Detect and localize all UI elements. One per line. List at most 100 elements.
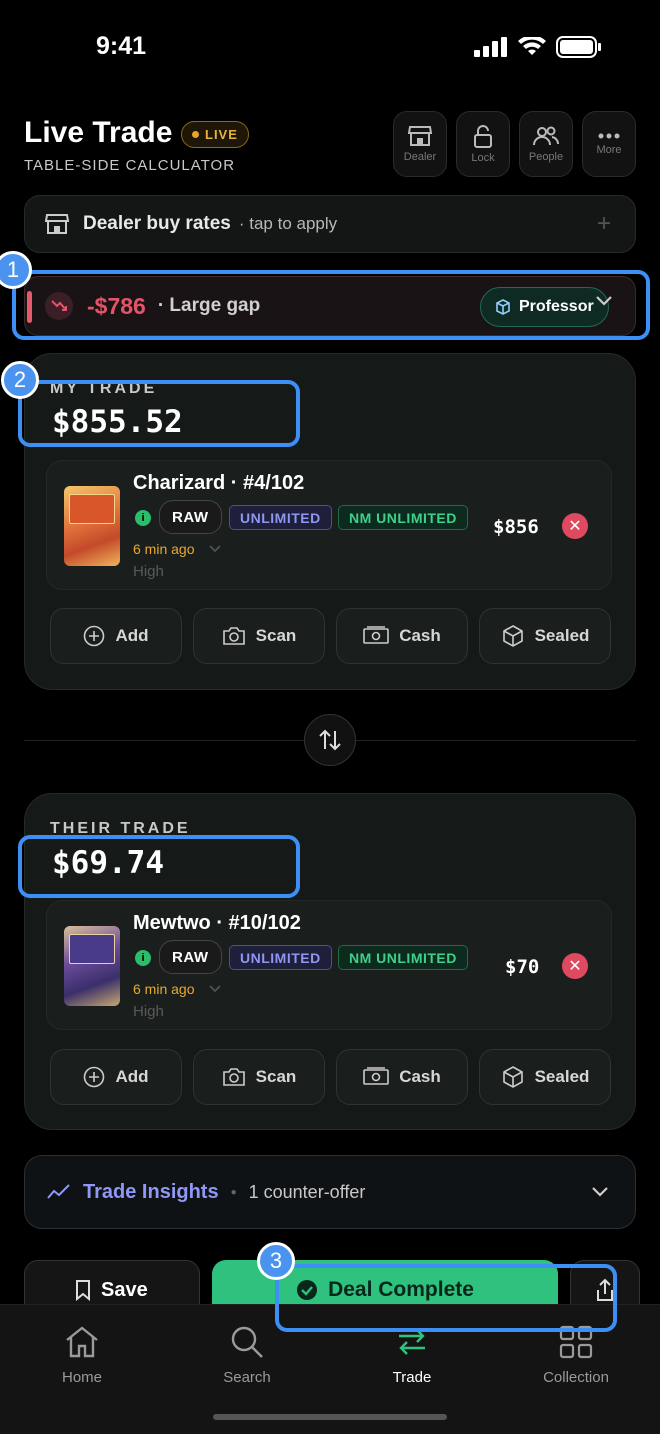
- charizard-card-image: [64, 486, 120, 566]
- highlight-box-1: [12, 270, 650, 340]
- search-icon: [231, 1326, 263, 1358]
- item-price: $856: [493, 516, 539, 538]
- chevron-down-icon[interactable]: [209, 545, 221, 553]
- sealed-button[interactable]: Sealed: [479, 608, 611, 664]
- add-button[interactable]: Add: [50, 608, 182, 664]
- info-icon[interactable]: i: [135, 950, 151, 966]
- dealer-rates-bar[interactable]: Dealer buy rates · tap to apply +: [24, 195, 636, 253]
- trade-insights-bar[interactable]: Trade Insights ● 1 counter-offer: [24, 1155, 636, 1229]
- item-name: Charizard · #4/102: [133, 472, 305, 494]
- store-icon: [45, 214, 69, 234]
- mewtwo-card-image: [64, 926, 120, 1006]
- plus-circle-icon: [84, 1066, 105, 1088]
- cash-button[interactable]: Cash: [336, 1049, 468, 1105]
- battery-icon: [556, 36, 601, 58]
- their-trade-item[interactable]: Mewtwo · #10/102 i RAW UNLIMITED NM UNLI…: [46, 900, 612, 1030]
- dealer-button-label: Dealer: [403, 151, 437, 163]
- live-badge: LIVE: [181, 121, 249, 148]
- condition-tag[interactable]: NM UNLIMITED: [338, 945, 468, 970]
- raw-toggle[interactable]: RAW: [159, 940, 222, 974]
- sealed-button[interactable]: Sealed: [479, 1049, 611, 1105]
- price-tier: High: [133, 563, 164, 580]
- trend-line-icon: [47, 1184, 70, 1199]
- remove-item-button[interactable]: ✕: [562, 953, 588, 979]
- separator-dot: ●: [230, 1186, 237, 1198]
- edition-tag[interactable]: UNLIMITED: [229, 505, 332, 530]
- highlight-box-4: [275, 1264, 617, 1332]
- edition-tag[interactable]: UNLIMITED: [229, 945, 332, 970]
- item-price: $70: [505, 956, 540, 978]
- cash-button[interactable]: Cash: [336, 608, 468, 664]
- people-button[interactable]: People: [519, 111, 573, 177]
- cash-button-label: Cash: [399, 626, 441, 645]
- highlight-number-2: 2: [1, 361, 39, 399]
- scan-button-label: Scan: [255, 626, 297, 645]
- add-button[interactable]: Add: [50, 1049, 182, 1105]
- status-icons: [474, 36, 602, 58]
- sealed-button-label: Sealed: [534, 1067, 590, 1086]
- box-icon: [502, 1066, 523, 1088]
- highlight-box-2: [18, 380, 300, 447]
- cash-icon: [363, 1067, 390, 1085]
- wifi-icon: [518, 37, 546, 55]
- page-title: Live Trade: [24, 116, 173, 149]
- camera-icon: [222, 627, 245, 645]
- insights-title: Trade Insights: [83, 1180, 219, 1203]
- lock-button[interactable]: Lock: [456, 111, 510, 177]
- insights-subtitle: 1 counter-offer: [248, 1181, 366, 1202]
- dealer-button[interactable]: Dealer: [393, 111, 447, 177]
- save-button-label: Save: [101, 1278, 148, 1301]
- updated-time: 6 min ago: [133, 981, 195, 997]
- info-icon[interactable]: i: [135, 510, 151, 526]
- page-subtitle: TABLE-SIDE CALCULATOR: [24, 157, 236, 174]
- status-time: 9:41: [96, 32, 147, 60]
- store-icon: [408, 126, 432, 146]
- scan-button-label: Scan: [255, 1067, 297, 1086]
- dealer-rates-hint: · tap to apply: [238, 214, 338, 233]
- highlight-number-3: 3: [257, 1242, 295, 1280]
- more-button-label: More: [596, 144, 622, 156]
- home-icon: [66, 1326, 98, 1358]
- tab-collection[interactable]: Collection: [516, 1325, 636, 1386]
- chevron-down-icon[interactable]: [591, 1186, 609, 1198]
- scan-button[interactable]: Scan: [193, 608, 325, 664]
- camera-icon: [222, 1068, 245, 1086]
- box-icon: [502, 625, 523, 647]
- tab-trade-label: Trade: [392, 1369, 432, 1386]
- add-button-label: Add: [115, 1067, 149, 1086]
- tab-search[interactable]: Search: [187, 1325, 307, 1386]
- condition-tag[interactable]: NM UNLIMITED: [338, 505, 468, 530]
- tab-home-label: Home: [61, 1369, 102, 1386]
- lock-icon: [474, 125, 492, 148]
- people-button-label: People: [528, 151, 564, 163]
- dealer-rates-title: Dealer buy rates: [83, 213, 231, 234]
- sealed-button-label: Sealed: [534, 626, 590, 645]
- lock-button-label: Lock: [471, 152, 495, 164]
- remove-item-button[interactable]: ✕: [562, 513, 588, 539]
- swap-button[interactable]: [304, 714, 356, 766]
- tab-collection-label: Collection: [543, 1369, 609, 1386]
- live-dot-icon: [192, 131, 199, 138]
- home-indicator: [213, 1414, 447, 1420]
- tab-search-label: Search: [223, 1369, 271, 1386]
- people-icon: [533, 126, 559, 146]
- bookmark-icon: [76, 1280, 90, 1301]
- cash-button-label: Cash: [399, 1067, 441, 1086]
- item-name: Mewtwo · #10/102: [133, 912, 301, 934]
- plus-icon[interactable]: +: [597, 210, 611, 238]
- chevron-down-icon[interactable]: [209, 985, 221, 993]
- signal-icon: [474, 37, 507, 57]
- live-badge-label: LIVE: [205, 127, 238, 142]
- swap-vertical-icon: [319, 729, 341, 751]
- my-trade-item[interactable]: Charizard · #4/102 i RAW UNLIMITED NM UN…: [46, 460, 612, 590]
- plus-circle-icon: [84, 625, 105, 647]
- price-tier: High: [133, 1003, 164, 1020]
- more-button[interactable]: More: [582, 111, 636, 177]
- more-icon: [598, 133, 620, 139]
- tab-home[interactable]: Home: [22, 1325, 142, 1386]
- highlight-box-3: [18, 835, 300, 898]
- tab-trade[interactable]: Trade: [352, 1325, 472, 1386]
- scan-button[interactable]: Scan: [193, 1049, 325, 1105]
- updated-time: 6 min ago: [133, 541, 195, 557]
- raw-toggle[interactable]: RAW: [159, 500, 222, 534]
